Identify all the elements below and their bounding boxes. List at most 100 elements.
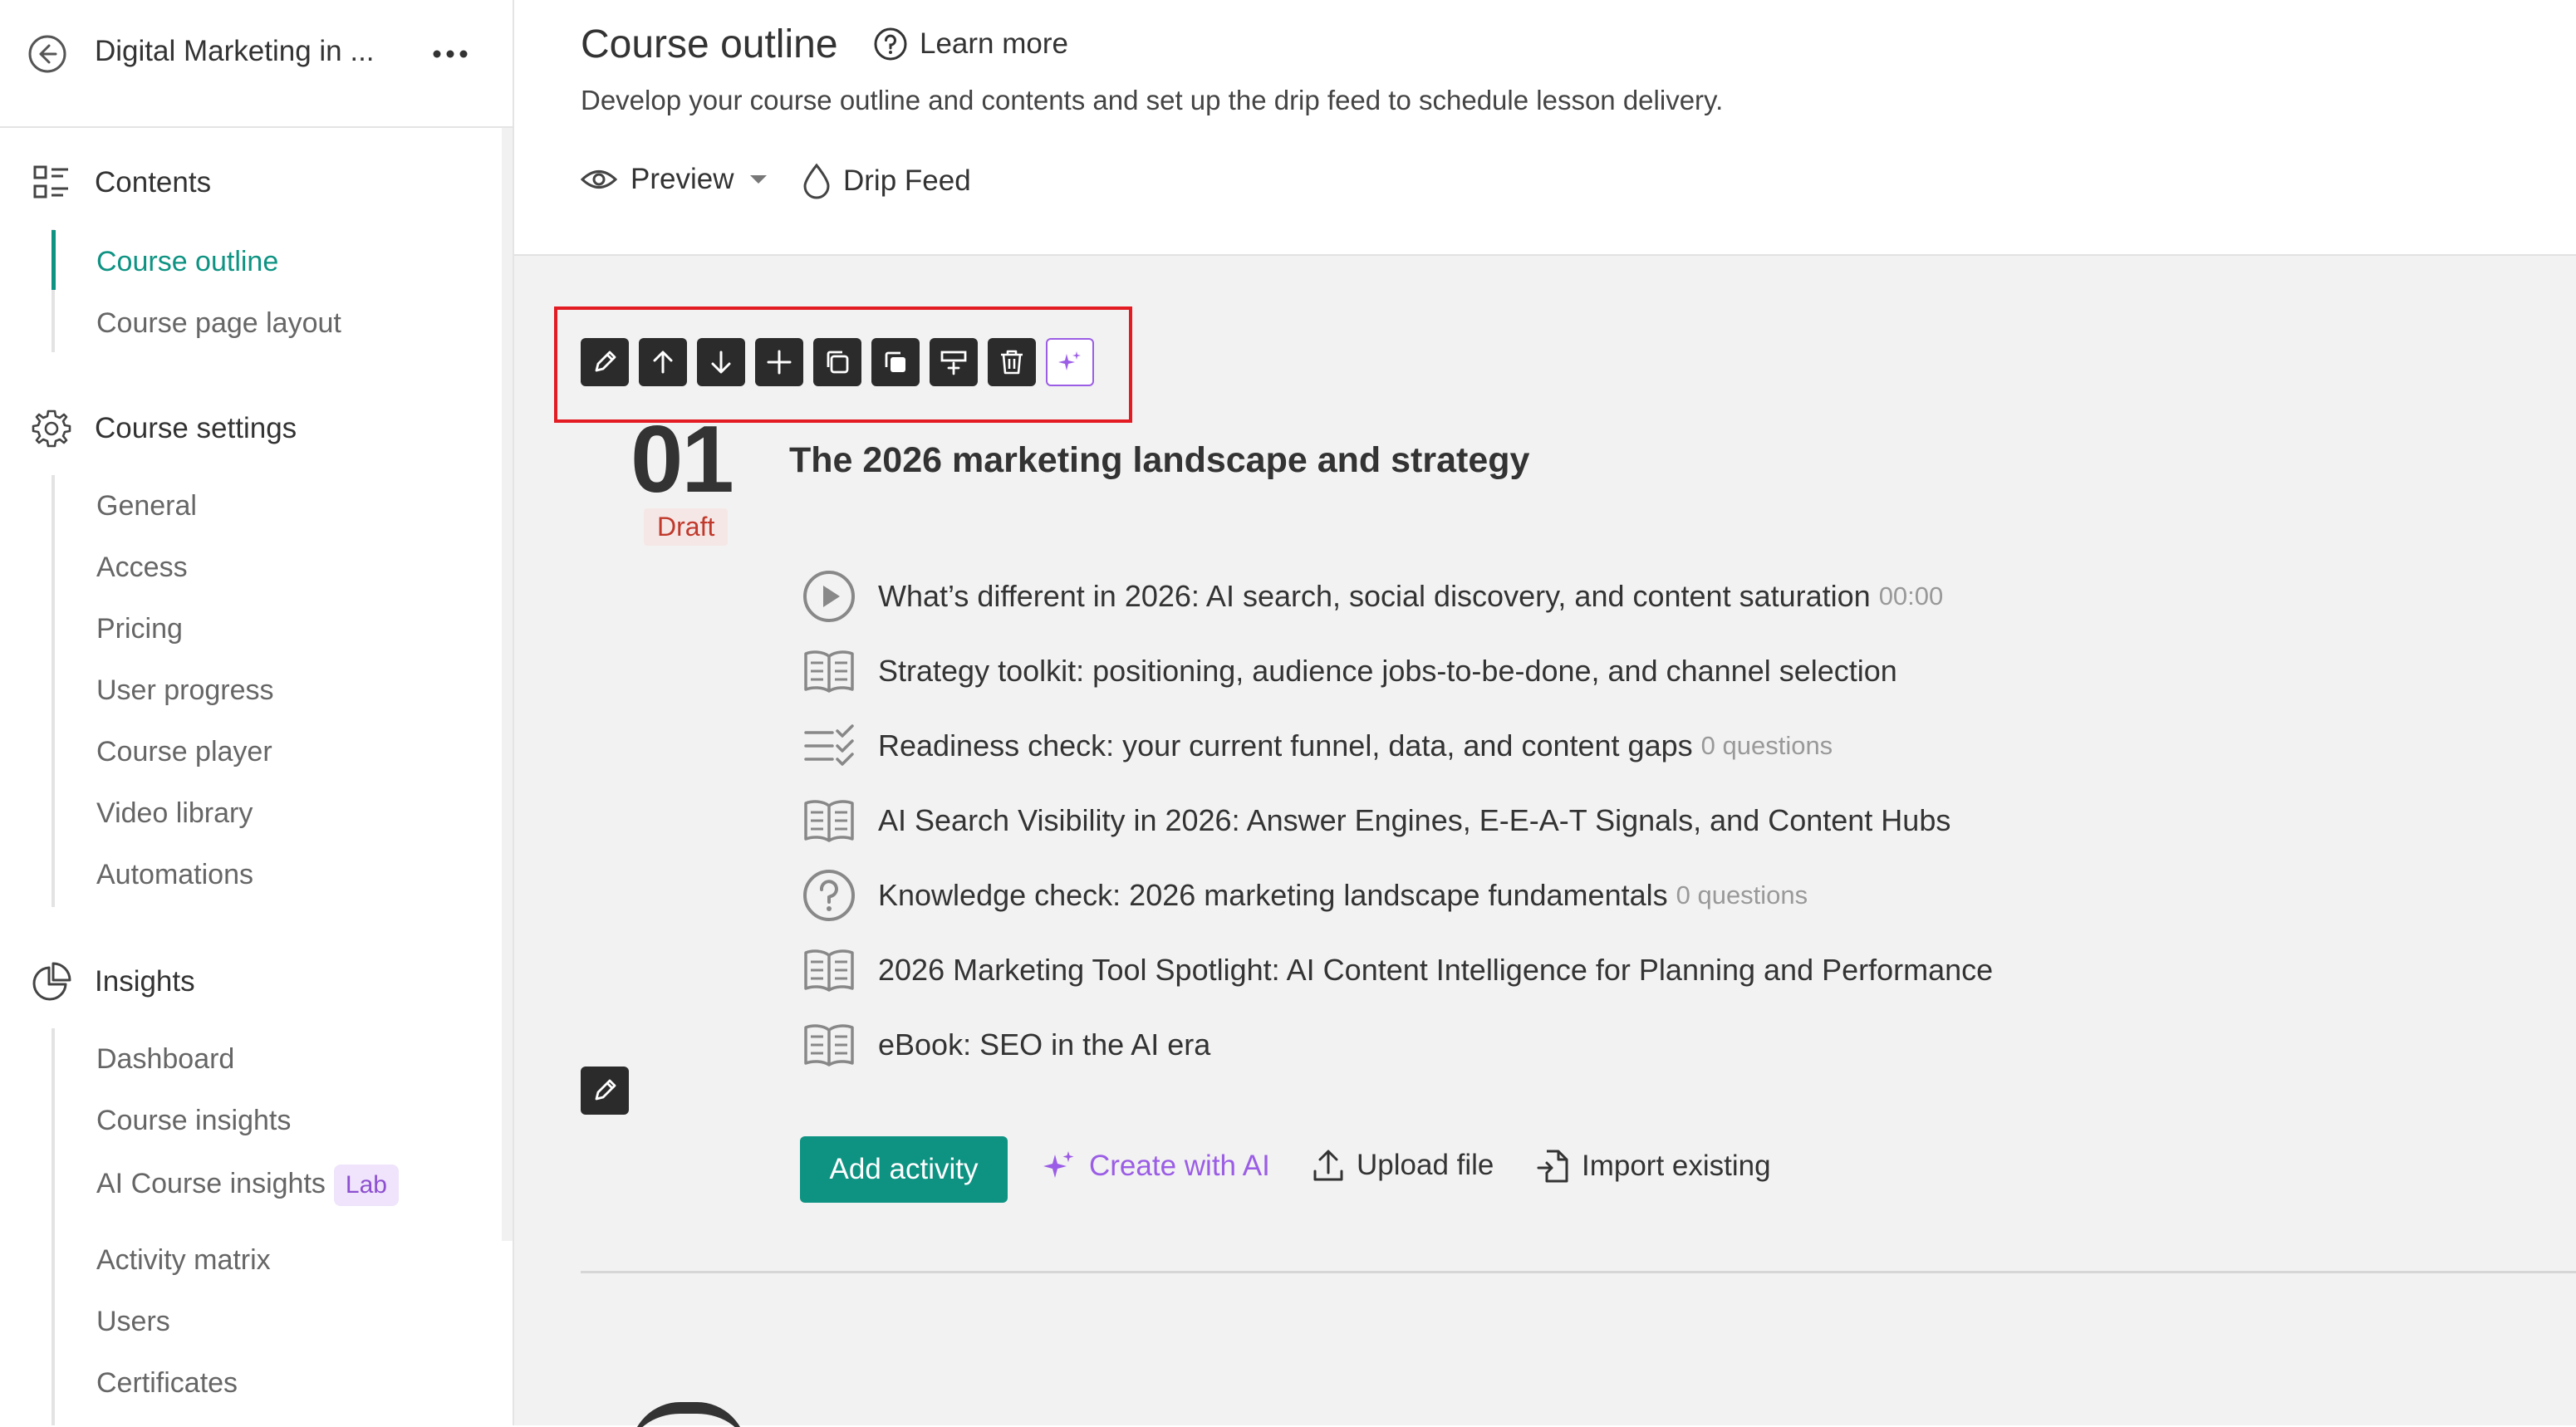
activity-title: Readiness check: your current funnel, da… (878, 728, 1693, 763)
section-label: Contents (95, 166, 212, 199)
section-course-settings[interactable]: Course settings (30, 404, 297, 454)
module-divider (581, 1271, 2576, 1273)
sidebar-item-pricing[interactable]: Pricing (96, 613, 183, 645)
sidebar-item-user-progress[interactable]: User progress (96, 674, 274, 707)
list-item[interactable]: eBook: SEO in the AI era (800, 1016, 1210, 1074)
sidebar-item-video-library[interactable]: Video library (96, 797, 253, 830)
insights-rail (52, 1028, 55, 1425)
page-header: Course outline Learn more Develop your c… (514, 0, 2576, 256)
active-indicator (52, 230, 56, 290)
edit-icon (595, 1079, 616, 1101)
activity-title: 2026 Marketing Tool Spotlight: AI Conten… (878, 953, 1994, 987)
ai-sparkle-icon (1043, 1151, 1074, 1178)
page-title: Course outline (581, 22, 838, 66)
move-up-button[interactable] (639, 338, 687, 386)
learn-more-label: Learn more (920, 27, 1068, 60)
activity-title: Knowledge check: 2026 marketing landscap… (878, 878, 1668, 912)
lab-badge: Lab (333, 1165, 399, 1206)
trash-icon (1001, 350, 1023, 375)
settings-rail (52, 475, 55, 907)
sidebar-item-course-page-layout[interactable]: Course page layout (96, 307, 341, 340)
section-label: Insights (95, 965, 195, 998)
upload-icon (1313, 1150, 1343, 1181)
duplicate-icon (827, 351, 849, 374)
section-contents[interactable]: Contents (30, 158, 211, 208)
activity-duration: 00:00 (1878, 581, 1944, 611)
open-book-icon (800, 941, 858, 999)
edit-module-button[interactable] (581, 1067, 629, 1115)
sidebar-item-certificates[interactable]: Certificates (96, 1367, 238, 1400)
checklist-icon (800, 717, 858, 775)
list-item[interactable]: Strategy toolkit: positioning, audience … (800, 642, 1897, 700)
open-book-icon (800, 642, 858, 700)
activity-title: Strategy toolkit: positioning, audience … (878, 654, 1897, 688)
module-number-partial (631, 1402, 755, 1427)
create-with-ai-label: Create with AI (1089, 1150, 1270, 1182)
copy-icon (885, 351, 905, 372)
more-options-button[interactable] (429, 35, 472, 73)
upload-file-button[interactable]: Upload file (1312, 1148, 1494, 1183)
caret-down-icon (750, 175, 768, 184)
sidebar-item-label: AI Course insights (96, 1167, 326, 1199)
more-dots-icon (433, 50, 468, 58)
copy-button[interactable] (871, 338, 920, 386)
sidebar-item-automations[interactable]: Automations (96, 859, 253, 891)
add-icon (767, 350, 792, 375)
course-outline-content: 01 Draft The 2026 marketing landscape an… (514, 256, 2576, 1425)
insert-section-button[interactable] (930, 338, 978, 386)
gear-icon (30, 407, 73, 450)
move-up-icon (653, 351, 673, 374)
import-file-icon (1537, 1150, 1568, 1183)
sidebar-item-users[interactable]: Users (96, 1306, 170, 1338)
sidebar-item-course-player[interactable]: Course player (96, 736, 272, 768)
add-activity-button[interactable]: Add activity (800, 1136, 1008, 1203)
question-circle-icon (800, 866, 858, 924)
list-item[interactable]: AI Search Visibility in 2026: Answer Eng… (800, 792, 1950, 850)
module-title[interactable]: The 2026 marketing landscape and strateg… (789, 440, 1529, 481)
list-item[interactable]: What’s different in 2026: AI search, soc… (800, 567, 1943, 625)
delete-button[interactable] (988, 338, 1036, 386)
list-item[interactable]: Knowledge check: 2026 marketing landscap… (800, 866, 1808, 924)
back-button[interactable] (27, 33, 68, 75)
sidebar-item-course-outline[interactable]: Course outline (96, 246, 278, 278)
sidebar-item-activity-matrix[interactable]: Activity matrix (96, 1244, 271, 1277)
edit-module-button[interactable] (581, 338, 629, 386)
import-existing-button[interactable]: Import existing (1537, 1148, 1771, 1184)
status-badge: Draft (644, 508, 729, 546)
move-down-button[interactable] (697, 338, 745, 386)
create-with-ai-button[interactable]: Create with AI (1041, 1148, 1270, 1184)
learn-more-link[interactable]: Learn more (873, 27, 1068, 61)
module-number: 01 (631, 407, 734, 512)
sidebar-header: Digital Marketing in ... (0, 0, 513, 128)
activity-title: eBook: SEO in the AI era (878, 1027, 1211, 1062)
list-item[interactable]: 2026 Marketing Tool Spotlight: AI Conten… (800, 941, 1993, 999)
eye-icon (581, 170, 617, 189)
duplicate-button[interactable] (813, 338, 861, 386)
list-item[interactable]: Readiness check: your current funnel, da… (800, 717, 1833, 775)
ai-assist-button[interactable] (1046, 338, 1094, 386)
activity-question-count: 0 questions (1700, 731, 1833, 760)
preview-dropdown[interactable]: Preview (581, 163, 768, 196)
move-down-icon (711, 351, 731, 374)
drop-icon (803, 163, 830, 199)
sidebar-item-dashboard[interactable]: Dashboard (96, 1043, 234, 1076)
insert-icon (940, 351, 967, 375)
sidebar-item-course-insights[interactable]: Course insights (96, 1105, 291, 1137)
activity-title: AI Search Visibility in 2026: Answer Eng… (878, 803, 1951, 837)
pie-chart-icon (30, 960, 73, 1003)
drip-feed-button[interactable]: Drip Feed (802, 163, 971, 199)
sidebar-item-access[interactable]: Access (96, 552, 188, 584)
sidebar-scrollbar[interactable] (502, 128, 513, 1241)
ai-sparkle-icon (1058, 351, 1081, 370)
sidebar-item-general[interactable]: General (96, 490, 197, 522)
drip-feed-label: Drip Feed (843, 164, 971, 197)
add-button[interactable] (755, 338, 803, 386)
open-book-icon (800, 792, 858, 850)
open-book-icon (800, 1016, 858, 1074)
play-circle-icon (800, 567, 858, 625)
activity-question-count: 0 questions (1676, 880, 1808, 910)
section-insights[interactable]: Insights (30, 957, 195, 1007)
main-area: Course outline Learn more Develop your c… (514, 0, 2576, 1425)
edit-icon (595, 351, 616, 372)
sidebar-item-ai-course-insights[interactable]: AI Course insights Lab (96, 1165, 399, 1206)
